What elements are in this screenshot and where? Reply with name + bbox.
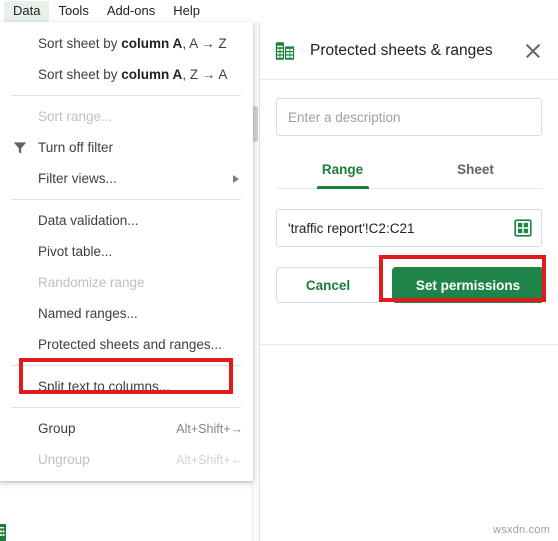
- menu-item-named-ranges[interactable]: Named ranges...: [0, 298, 253, 329]
- menu-item-label: Data validation...: [38, 213, 139, 228]
- range-value: 'traffic report'!C2:C21: [288, 220, 415, 236]
- close-icon[interactable]: [522, 40, 544, 62]
- menu-item-label: Sort range...: [38, 109, 113, 124]
- menu-item-ungroup: Ungroup Alt+Shift+←: [0, 444, 253, 475]
- menu-item-shortcut: Alt+Shift+←: [176, 452, 243, 467]
- menu-item-randomize-range: Randomize range: [0, 267, 253, 298]
- side-panel-divider: [260, 344, 558, 345]
- menu-item-label: Named ranges...: [38, 306, 138, 321]
- menu-item-pivot-table[interactable]: Pivot table...: [0, 236, 253, 267]
- menu-item-protected-sheets-and-ranges[interactable]: Protected sheets and ranges...: [0, 329, 253, 360]
- spreadsheet-app-window: Data Tools Add-ons Help Sort sheet by co…: [0, 0, 558, 541]
- range-field[interactable]: 'traffic report'!C2:C21: [276, 209, 542, 247]
- tab-range[interactable]: Range: [276, 154, 409, 188]
- data-dropdown-menu: Sort sheet by column A, A → Z Sort sheet …: [0, 22, 253, 481]
- menu-item-sort-sheet-by-column-a-a-z[interactable]: Sort sheet by column A, A → Z: [0, 28, 253, 59]
- sheets-corner-icon: [0, 524, 10, 541]
- watermark: wsxdn.com: [493, 524, 550, 536]
- menubar-item-help[interactable]: Help: [164, 1, 209, 22]
- description-input[interactable]: [276, 98, 542, 136]
- protected-ranges-side-panel: Protected sheets & ranges Range Sheet 't…: [259, 22, 558, 541]
- side-panel-header: Protected sheets & ranges: [260, 22, 558, 80]
- menu-item-label: Sort sheet by column A, A → Z: [38, 36, 227, 51]
- menu-item-label: Sort sheet by column A, Z → A: [38, 67, 228, 82]
- side-panel-actions: Cancel Set permissions: [276, 267, 544, 303]
- menu-item-sort-range: Sort range...: [0, 101, 253, 132]
- side-panel-title: Protected sheets & ranges: [310, 41, 493, 59]
- menubar-item-tools[interactable]: Tools: [49, 1, 97, 22]
- sheets-icon: [274, 40, 296, 62]
- menu-separator: [12, 95, 241, 96]
- menu-item-label: Ungroup: [38, 452, 90, 467]
- menu-item-data-validation[interactable]: Data validation...: [0, 205, 253, 236]
- menu-item-sort-sheet-by-column-a-z-a[interactable]: Sort sheet by column A, Z → A: [0, 59, 253, 90]
- range-sheet-tabs: Range Sheet: [276, 154, 542, 189]
- menu-item-label: Group: [38, 421, 76, 436]
- tab-sheet[interactable]: Sheet: [409, 154, 542, 188]
- menu-item-split-text-to-columns[interactable]: Split text to columns...: [0, 371, 253, 402]
- vertical-scrollbar-track[interactable]: [252, 22, 259, 541]
- menu-separator: [12, 407, 241, 408]
- menubar-item-data[interactable]: Data: [4, 0, 50, 22]
- menu-item-label: Split text to columns...: [38, 379, 171, 394]
- menu-item-label: Filter views...: [38, 171, 117, 186]
- menu-item-shortcut: Alt+Shift+→: [176, 421, 243, 436]
- menu-item-filter-views[interactable]: Filter views...: [0, 163, 253, 194]
- range-picker-icon[interactable]: [514, 219, 532, 237]
- filter-icon: [13, 141, 27, 155]
- menubar-item-addons[interactable]: Add-ons: [98, 1, 164, 22]
- menu-item-turn-off-filter[interactable]: Turn off filter: [0, 132, 253, 163]
- menu-item-label: Turn off filter: [38, 140, 114, 155]
- menu-item-label: Randomize range: [38, 275, 145, 290]
- cancel-button[interactable]: Cancel: [276, 267, 380, 303]
- menu-item-group[interactable]: Group Alt+Shift+→: [0, 413, 253, 444]
- menu-separator: [12, 365, 241, 366]
- menu-item-label: Protected sheets and ranges...: [38, 337, 222, 352]
- submenu-arrow-icon: [233, 174, 239, 183]
- set-permissions-button[interactable]: Set permissions: [392, 267, 544, 303]
- menu-bar: Data Tools Add-ons Help: [0, 0, 558, 22]
- menu-item-label: Pivot table...: [38, 244, 113, 259]
- side-panel-body: Range Sheet 'traffic report'!C2:C21 Canc…: [260, 80, 558, 303]
- menu-separator: [12, 199, 241, 200]
